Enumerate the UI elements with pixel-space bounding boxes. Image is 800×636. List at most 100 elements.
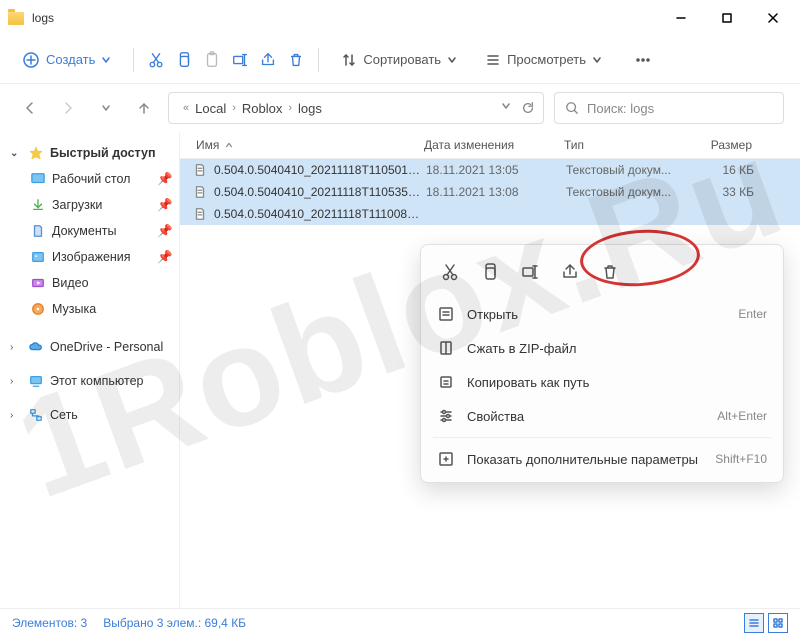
- cloud-icon: [28, 339, 44, 355]
- paste-icon[interactable]: [202, 50, 222, 70]
- search-placeholder: Поиск: logs: [587, 101, 654, 116]
- rename-icon[interactable]: [230, 50, 250, 70]
- delete-icon[interactable]: [286, 50, 306, 70]
- chevron-down-icon[interactable]: [501, 101, 511, 111]
- thumbnails-view-button[interactable]: [768, 613, 788, 633]
- ctx-properties[interactable]: Свойства Alt+Enter: [427, 399, 777, 433]
- close-button[interactable]: [750, 2, 796, 34]
- file-size: 16 КБ: [696, 163, 766, 177]
- sidebar-item-documents[interactable]: Документы📌: [4, 218, 175, 244]
- sort-label: Сортировать: [363, 52, 441, 67]
- col-size[interactable]: Размер: [694, 138, 764, 152]
- recent-button[interactable]: [92, 94, 120, 122]
- window-title: logs: [32, 11, 54, 25]
- folder-icon: [8, 12, 24, 25]
- address-bar[interactable]: « Local › Roblox › logs: [168, 92, 544, 124]
- pin-icon: 📌: [157, 250, 169, 265]
- sidebar-network[interactable]: › Сеть: [4, 402, 175, 428]
- cut-icon[interactable]: [146, 50, 166, 70]
- forward-button[interactable]: [54, 94, 82, 122]
- ctx-cut-icon[interactable]: [433, 255, 467, 289]
- toolbar: Создать Сортировать Просмотреть: [0, 36, 800, 84]
- text-file-icon: [192, 162, 208, 178]
- more-icon: [437, 450, 455, 468]
- view-label: Просмотреть: [507, 52, 586, 67]
- file-date: 18.11.2021 13:08: [426, 185, 566, 199]
- refresh-icon[interactable]: [521, 101, 535, 115]
- file-name: 0.504.0.5040410_20211118T111008Z_Pla...: [214, 207, 426, 221]
- ctx-more[interactable]: Показать дополнительные параметры Shift+…: [427, 442, 777, 476]
- titlebar: logs: [0, 0, 800, 36]
- pictures-icon: [30, 249, 46, 265]
- share-icon[interactable]: [258, 50, 278, 70]
- video-icon: [30, 275, 46, 291]
- minimize-button[interactable]: [658, 2, 704, 34]
- file-row[interactable]: 0.504.0.5040410_20211118T110501Z_Studi..…: [180, 159, 800, 181]
- separator: [318, 48, 319, 72]
- zip-icon: [437, 339, 455, 357]
- properties-icon: [437, 407, 455, 425]
- search-input[interactable]: Поиск: logs: [554, 92, 784, 124]
- label: OneDrive - Personal: [50, 340, 163, 354]
- back-button[interactable]: [16, 94, 44, 122]
- status-selected: Выбрано 3 элем.: 69,4 КБ: [103, 616, 246, 630]
- breadcrumb-item[interactable]: logs: [298, 101, 322, 116]
- file-type: Текстовый докум...: [566, 163, 696, 177]
- breadcrumb-item[interactable]: Local: [195, 101, 226, 116]
- col-type[interactable]: Тип: [564, 138, 694, 152]
- sidebar-item-desktop[interactable]: Рабочий стол📌: [4, 166, 175, 192]
- chevron-right-icon: ›: [232, 102, 236, 114]
- ctx-open[interactable]: Открыть Enter: [427, 297, 777, 331]
- music-icon: [30, 301, 46, 317]
- sidebar-item-video[interactable]: Видео: [4, 270, 175, 296]
- col-date[interactable]: Дата изменения: [424, 138, 564, 152]
- pin-icon: 📌: [157, 224, 169, 239]
- col-name[interactable]: Имя: [184, 138, 424, 152]
- ctx-rename-icon[interactable]: [513, 255, 547, 289]
- label: Музыка: [52, 302, 96, 316]
- document-icon: [30, 223, 46, 239]
- new-button[interactable]: Создать: [12, 45, 121, 75]
- copy-icon[interactable]: [174, 50, 194, 70]
- nav-row: « Local › Roblox › logs Поиск: logs: [0, 84, 800, 132]
- separator: [133, 48, 134, 72]
- file-size: 33 КБ: [696, 185, 766, 199]
- path-icon: [437, 373, 455, 391]
- breadcrumb-item[interactable]: Roblox: [242, 101, 282, 116]
- details-view-button[interactable]: [744, 613, 764, 633]
- label: Свойства: [467, 409, 524, 424]
- ctx-share-icon[interactable]: [553, 255, 587, 289]
- label: Этот компьютер: [50, 374, 143, 388]
- file-row[interactable]: 0.504.0.5040410_20211118T111008Z_Pla...: [180, 203, 800, 225]
- ctx-copy-icon[interactable]: [473, 255, 507, 289]
- shortcut: Shift+F10: [715, 452, 767, 466]
- ctx-zip[interactable]: Сжать в ZIP-файл: [427, 331, 777, 365]
- label: Сеть: [50, 408, 78, 422]
- pin-icon: 📌: [157, 198, 169, 213]
- chevron-right-icon: ›: [10, 410, 22, 421]
- more-button[interactable]: [624, 45, 662, 75]
- file-row[interactable]: 0.504.0.5040410_20211118T110535Z_Studi..…: [180, 181, 800, 203]
- shortcut: Enter: [738, 307, 767, 321]
- up-button[interactable]: [130, 94, 158, 122]
- view-button[interactable]: Просмотреть: [475, 46, 612, 74]
- sidebar-quick-access[interactable]: ⌄ Быстрый доступ: [4, 140, 175, 166]
- open-icon: [437, 305, 455, 323]
- pin-icon: 📌: [157, 172, 169, 187]
- ctx-delete-icon[interactable]: [593, 255, 627, 289]
- sort-button[interactable]: Сортировать: [331, 46, 467, 74]
- sidebar-item-downloads[interactable]: Загрузки📌: [4, 192, 175, 218]
- sidebar-onedrive[interactable]: ›OneDrive - Personal: [4, 334, 175, 360]
- chevron-down-icon: ⌄: [10, 148, 22, 159]
- ctx-copypath[interactable]: Копировать как путь: [427, 365, 777, 399]
- sidebar-item-music[interactable]: Музыка: [4, 296, 175, 322]
- download-icon: [30, 197, 46, 213]
- text-file-icon: [192, 184, 208, 200]
- text-file-icon: [192, 206, 208, 222]
- sidebar-item-pictures[interactable]: Изображения📌: [4, 244, 175, 270]
- search-icon: [565, 101, 579, 115]
- shortcut: Alt+Enter: [717, 409, 767, 423]
- sidebar-thispc[interactable]: ›Этот компьютер: [4, 368, 175, 394]
- label: Быстрый доступ: [50, 146, 156, 160]
- maximize-button[interactable]: [704, 2, 750, 34]
